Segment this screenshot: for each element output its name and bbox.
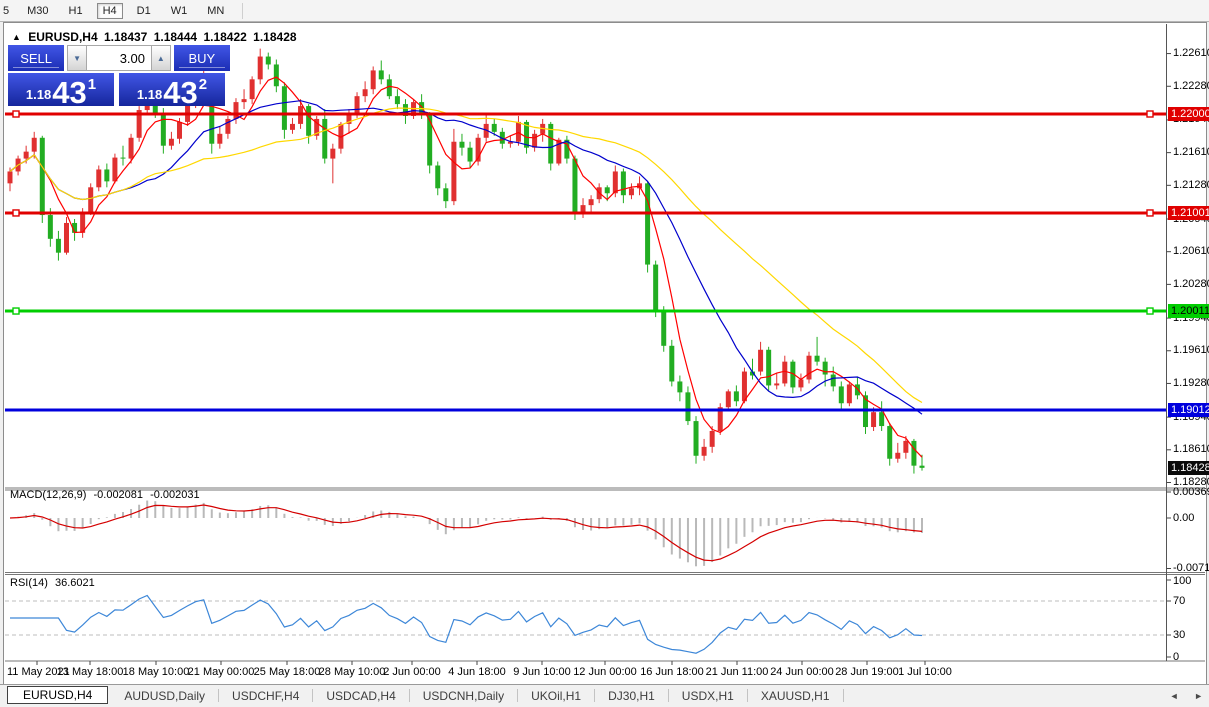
buy-button[interactable]: BUY: [174, 45, 230, 71]
chart-client-area[interactable]: ▲ EURUSD,H4 1.18437 1.18444 1.18422 1.18…: [5, 24, 1205, 683]
price-tick-label: 1.20610: [1173, 245, 1209, 258]
macd-name: MACD(12,26,9): [10, 489, 86, 501]
timeframe-toolbar: 5 M30 H1 H4 D1 W1 MN: [0, 0, 1209, 22]
price-tick-label: 1.21280: [1173, 179, 1209, 192]
rsi-indicator-label: RSI(14) 36.6021: [10, 577, 99, 589]
timeframe-button-m15[interactable]: 5: [0, 3, 15, 19]
chart-window[interactable]: ▲ EURUSD,H4 1.18437 1.18444 1.18422 1.18…: [3, 22, 1207, 685]
rsi-axis-label: 70: [1173, 595, 1185, 608]
symbol-tab-bar: EURUSD,H4 AUDUSD,Daily USDCHF,H4 USDCAD,…: [0, 684, 1209, 707]
buy-price-prefix: 1.18: [137, 87, 162, 102]
tab-usdcad-h4[interactable]: USDCAD,H4: [313, 689, 409, 702]
symbol-period-label: EURUSD,H4: [28, 30, 97, 44]
rsi-name: RSI(14): [10, 577, 48, 589]
rsi-axis-label: 100: [1173, 575, 1191, 588]
tab-xauusd-h1[interactable]: XAUUSD,H1: [748, 689, 844, 702]
macd-axis-label: -0.007183: [1173, 562, 1209, 575]
time-axis-label: 21 Jun 11:00: [706, 666, 769, 678]
timeframe-button-m30[interactable]: M30: [21, 3, 54, 19]
sell-price-prefix: 1.18: [26, 87, 51, 102]
timeframe-button-h1[interactable]: H1: [63, 3, 89, 19]
sell-price-big: 43: [52, 79, 86, 106]
price-tick-label: 1.22610: [1173, 47, 1209, 60]
price-tick-label: 1.19610: [1173, 344, 1209, 357]
collapse-triangle-icon[interactable]: ▲: [12, 32, 21, 42]
level-price-tag: 1.19012: [1168, 403, 1209, 417]
tab-dj30-h1[interactable]: DJ30,H1: [595, 689, 669, 702]
tab-scroll-controls: ◄ ►: [1157, 691, 1203, 701]
sell-price-button[interactable]: 1.18 43 1: [8, 73, 114, 106]
chart-canvas-svg[interactable]: [5, 24, 1205, 683]
tab-scroll-left-icon[interactable]: ◄: [1170, 691, 1179, 701]
rsi-value: 36.6021: [55, 577, 95, 589]
rsi-axis-label: 30: [1173, 629, 1185, 642]
tab-scroll-right-icon[interactable]: ►: [1194, 691, 1203, 701]
macd-signal-value: -0.002031: [150, 489, 200, 501]
chart-quote-header: ▲ EURUSD,H4 1.18437 1.18444 1.18422 1.18…: [12, 30, 300, 44]
time-axis-label: 28 May 10:00: [319, 666, 386, 678]
time-axis-label: 25 May 18:00: [254, 666, 321, 678]
buy-price-pip: 2: [199, 76, 207, 93]
level-price-tag: 1.20011: [1168, 304, 1209, 318]
price-tick-label: 1.22280: [1173, 80, 1209, 93]
time-axis-label: 4 Jun 18:00: [448, 666, 506, 678]
sell-button[interactable]: SELL: [8, 45, 64, 71]
time-axis-label: 28 Jun 19:00: [835, 666, 899, 678]
tab-eurusd-h4[interactable]: EURUSD,H4: [7, 686, 108, 704]
time-axis-label: 18 May 10:00: [123, 666, 190, 678]
time-axis-label: 21 May 00:00: [188, 666, 255, 678]
tab-usdx-h1[interactable]: USDX,H1: [669, 689, 748, 702]
volume-input[interactable]: [87, 45, 151, 71]
timeframe-button-mn[interactable]: MN: [201, 3, 230, 19]
buy-price-big: 43: [163, 79, 197, 106]
volume-increase-button[interactable]: ▲: [151, 45, 171, 71]
sell-price-pip: 1: [88, 76, 96, 93]
time-axis-label: 13 May 18:00: [57, 666, 124, 678]
quote-close: 1.18428: [253, 30, 296, 44]
timeframe-button-w1[interactable]: W1: [165, 3, 194, 19]
price-tick-label: 1.20280: [1173, 278, 1209, 291]
macd-axis-label: 0.00: [1173, 512, 1194, 525]
trading-platform-window: { "toolbar": { "timeframes": [ {"label":…: [0, 0, 1209, 707]
toolbar-separator: [242, 3, 243, 19]
time-axis-label: 1 Jul 10:00: [898, 666, 952, 678]
time-axis-label: 2 Jun 00:00: [383, 666, 441, 678]
spinner-up-icon: ▲: [157, 54, 165, 63]
volume-decrease-button[interactable]: ▼: [67, 45, 87, 71]
macd-axis-label: 0.003697: [1173, 486, 1209, 499]
macd-indicator-label: MACD(12,26,9) -0.002081 -0.002031: [10, 489, 204, 501]
timeframe-button-h4[interactable]: H4: [97, 3, 123, 19]
price-tick-label: 1.18610: [1173, 443, 1209, 456]
level-price-tag: 1.21001: [1168, 206, 1209, 220]
quote-low: 1.18422: [203, 30, 246, 44]
tab-ukoil-h1[interactable]: UKOil,H1: [518, 689, 595, 702]
rsi-axis-label: 0: [1173, 651, 1179, 664]
timeframe-button-d1[interactable]: D1: [131, 3, 157, 19]
current-price-tag: 1.18428: [1168, 461, 1209, 475]
time-axis-label: 9 Jun 10:00: [513, 666, 571, 678]
price-tick-label: 1.21610: [1173, 146, 1209, 159]
tab-audusd-daily[interactable]: AUDUSD,Daily: [111, 689, 219, 702]
time-axis-label: 12 Jun 00:00: [573, 666, 637, 678]
quote-open: 1.18437: [104, 30, 147, 44]
buy-price-button[interactable]: 1.18 43 2: [119, 73, 225, 106]
level-price-tag: 1.22000: [1168, 107, 1209, 121]
quote-high: 1.18444: [154, 30, 197, 44]
time-axis-label: 16 Jun 18:00: [640, 666, 704, 678]
price-tick-label: 1.19280: [1173, 377, 1209, 390]
spinner-down-icon: ▼: [73, 54, 81, 63]
one-click-trading-panel: SELL ▼ ▲ BUY 1.18 43 1 1.18: [8, 45, 230, 106]
tab-usdcnh-daily[interactable]: USDCNH,Daily: [410, 689, 518, 702]
macd-main-value: -0.002081: [93, 489, 143, 501]
time-axis-label: 24 Jun 00:00: [770, 666, 834, 678]
tab-usdchf-h4[interactable]: USDCHF,H4: [219, 689, 313, 702]
